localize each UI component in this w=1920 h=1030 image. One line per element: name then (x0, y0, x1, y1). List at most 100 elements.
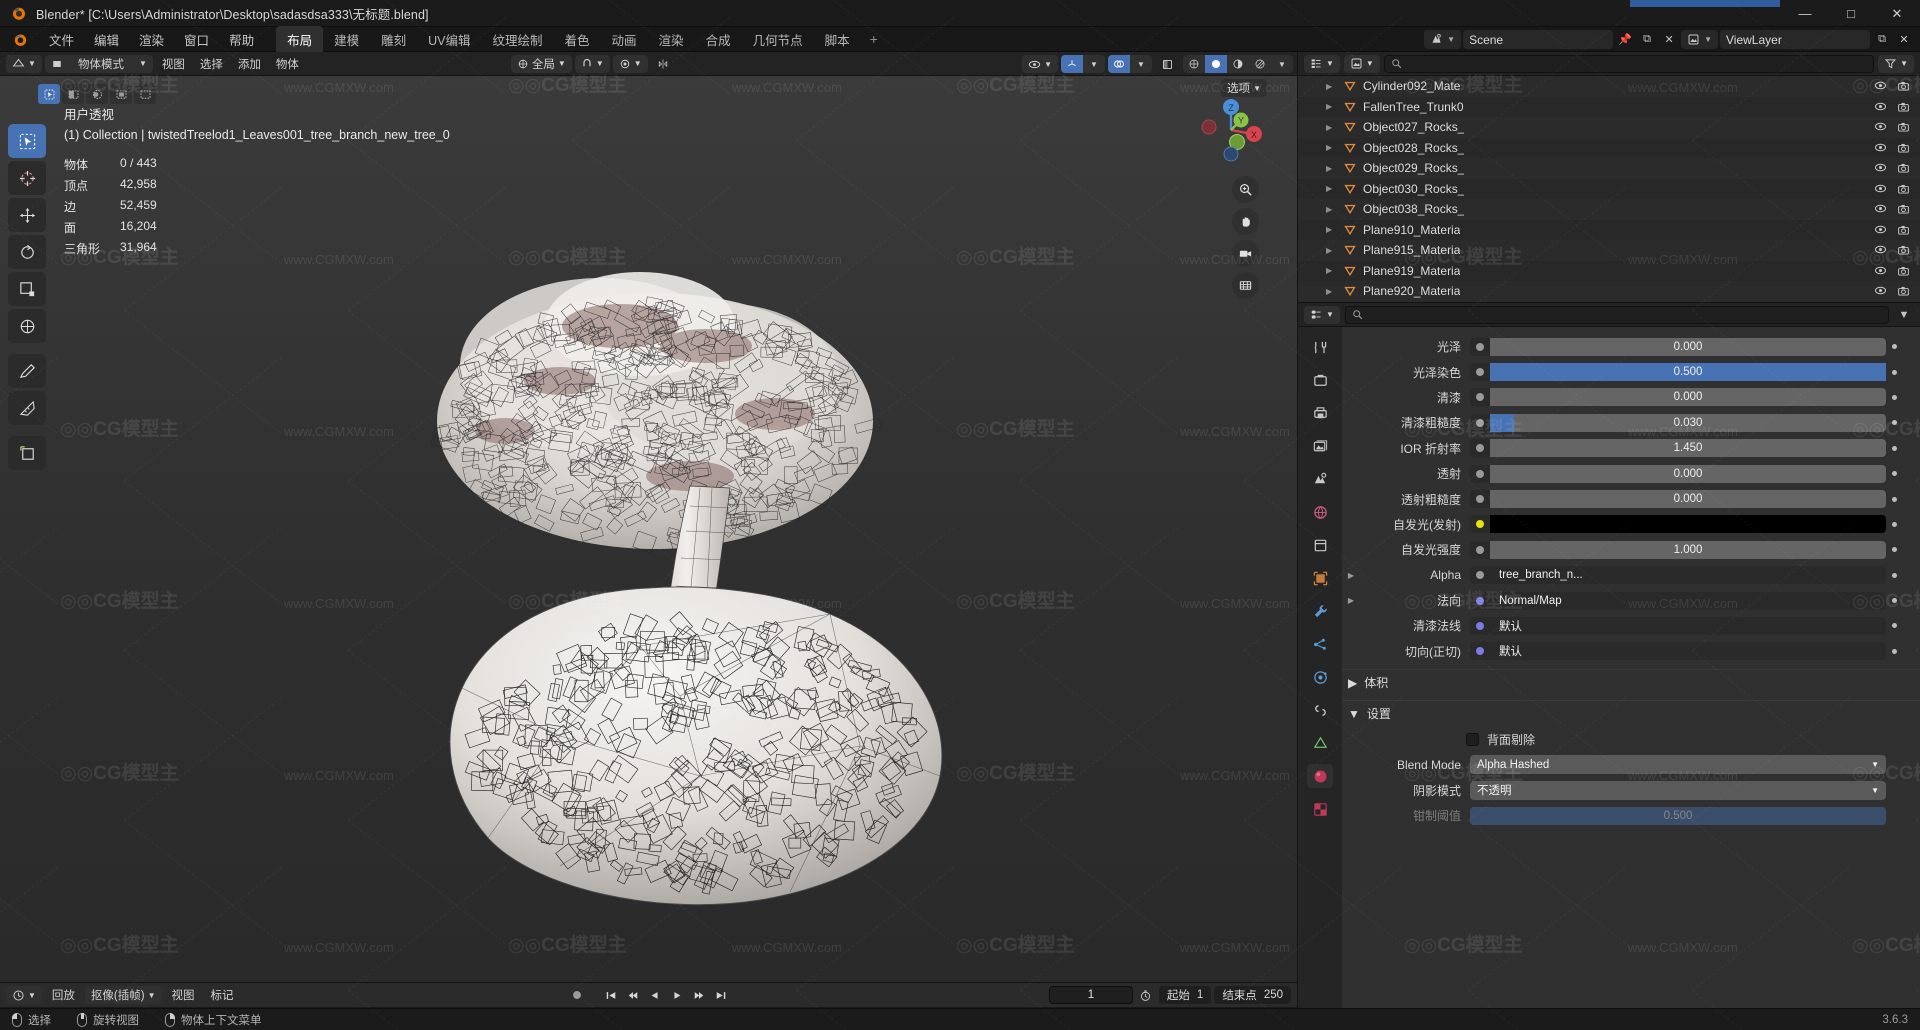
tab-view-layer[interactable] (1307, 434, 1333, 458)
animate-property-icon[interactable] (1886, 572, 1902, 578)
hide-in-viewport-icon[interactable] (1874, 162, 1887, 174)
disclosure-triangle-icon[interactable]: ▶ (1326, 225, 1337, 234)
viewlayer-browse-icon[interactable]: ▼ (1681, 30, 1718, 49)
disclosure-triangle-icon[interactable]: ▶ (1326, 246, 1337, 255)
slider-value[interactable]: 0.000 (1490, 388, 1886, 407)
close-button[interactable]: ✕ (1874, 0, 1920, 27)
timeline-menu-marker[interactable]: 标记 (205, 986, 240, 1004)
disclosure-triangle-icon[interactable]: ▶ (1326, 102, 1337, 111)
hide-in-viewport-icon[interactable] (1874, 121, 1887, 133)
property-expand-icon[interactable]: ▶ (1342, 571, 1360, 580)
disclosure-triangle-icon[interactable]: ▶ (1326, 143, 1337, 152)
slider-value[interactable]: 0.000 (1490, 490, 1886, 509)
outliner-row[interactable]: ▶ Object030_Rocks_ (1298, 179, 1920, 200)
tool-move[interactable] (8, 198, 46, 232)
disable-in-render-icon[interactable] (1897, 265, 1910, 277)
outliner-editor-type-selector[interactable]: ▼ (1304, 54, 1340, 73)
slider-value[interactable]: 0.000 (1490, 464, 1886, 483)
tool-scale[interactable] (8, 272, 46, 306)
outliner-row[interactable]: ▶ Object029_Rocks_ (1298, 158, 1920, 179)
show-gizmo-toggle[interactable] (1061, 55, 1083, 73)
keying-set-selector[interactable]: 抠像(插帧) ▼ (84, 986, 162, 1004)
minimize-button[interactable]: — (1782, 0, 1828, 27)
outliner-row[interactable]: ▶ Object028_Rocks_ (1298, 138, 1920, 159)
node-socket-icon[interactable] (1470, 540, 1490, 559)
menu-item-file[interactable]: 文件 (39, 27, 84, 52)
tab-modifiers[interactable] (1307, 599, 1333, 623)
animate-property-icon[interactable] (1886, 445, 1902, 451)
node-socket-icon[interactable] (1470, 591, 1490, 610)
menu-item-edit[interactable]: 编辑 (84, 27, 129, 52)
node-socket-icon[interactable] (1470, 363, 1490, 382)
rendered-shading-button[interactable] (1249, 55, 1271, 73)
linked-node-value[interactable]: Normal/Map (1490, 591, 1886, 610)
show-overlays-toggle[interactable] (1108, 55, 1130, 73)
use-preview-range-icon[interactable] (1136, 986, 1156, 1005)
outliner-row[interactable]: ▶ Object038_Rocks_ (1298, 199, 1920, 220)
tab-collection[interactable] (1307, 533, 1333, 557)
pin-scene-icon[interactable]: 📌 (1615, 30, 1635, 49)
linked-node-value[interactable]: 默认 (1490, 616, 1886, 635)
viewport-menu-object[interactable]: 物体 (270, 55, 305, 73)
wireframe-shading-button[interactable] (1183, 55, 1205, 73)
tab-object[interactable] (1307, 566, 1333, 590)
backface-culling-row[interactable]: 背面剔除 (1342, 726, 1920, 752)
tab-data[interactable] (1307, 731, 1333, 755)
disable-in-render-icon[interactable] (1897, 121, 1910, 133)
current-frame-field[interactable]: 1 (1048, 986, 1133, 1004)
add-workspace-button[interactable]: + (861, 29, 887, 49)
blender-menu-logo-icon[interactable] (12, 31, 29, 48)
workspace-tab-shading[interactable]: 着色 (554, 26, 601, 53)
material-preview-button[interactable] (1227, 55, 1249, 73)
animate-property-icon[interactable] (1886, 598, 1902, 604)
properties-search-input[interactable] (1344, 305, 1889, 324)
animate-property-icon[interactable] (1886, 496, 1902, 502)
pan-view-button[interactable] (1232, 208, 1259, 235)
auto-keying-button[interactable] (567, 986, 587, 1004)
tool-select-box[interactable] (8, 124, 46, 158)
disable-in-render-icon[interactable] (1897, 203, 1910, 215)
outliner-filter-button[interactable]: ▼ (1878, 54, 1914, 73)
animate-property-icon[interactable] (1886, 547, 1902, 553)
workspace-tab-uv-editing[interactable]: UV编辑 (417, 26, 481, 53)
animate-property-icon[interactable] (1886, 394, 1902, 400)
slider-value[interactable]: 0.030 (1490, 413, 1886, 432)
outliner-row[interactable]: ▶ Plane919_Materia (1298, 261, 1920, 282)
mirror-options[interactable] (651, 55, 675, 73)
animate-property-icon[interactable] (1886, 648, 1902, 654)
outliner-row[interactable]: ▶ Object027_Rocks_ (1298, 117, 1920, 138)
tab-texture[interactable] (1307, 797, 1333, 821)
property-expand-icon[interactable]: ▶ (1342, 596, 1360, 605)
node-socket-icon[interactable] (1470, 413, 1490, 432)
jump-to-start-button[interactable] (601, 986, 621, 1004)
animate-property-icon[interactable] (1886, 344, 1902, 350)
node-socket-icon[interactable] (1470, 464, 1490, 483)
node-socket-icon[interactable] (1470, 642, 1490, 661)
slider-value[interactable]: 1.450 (1490, 439, 1886, 458)
disclosure-triangle-icon[interactable]: ▶ (1326, 205, 1337, 214)
tab-world[interactable] (1307, 500, 1333, 524)
viewport-menu-view[interactable]: 视图 (156, 55, 191, 73)
node-socket-icon[interactable] (1470, 515, 1490, 534)
proportional-edit-toggle[interactable]: ▼ (612, 54, 648, 73)
outliner-tree[interactable]: ▶ Cylinder092_Mate ▶ FallenTree_Trunk0 ▶ Obje… (1298, 76, 1920, 302)
shadow-mode-select[interactable]: 不透明 ▼ (1470, 780, 1886, 800)
outliner-search-input[interactable] (1383, 54, 1875, 73)
prev-keyframe-button[interactable] (623, 986, 643, 1004)
start-frame-field[interactable]: 起始 1 (1158, 986, 1212, 1004)
animate-property-icon[interactable] (1886, 369, 1902, 375)
disable-in-render-icon[interactable] (1897, 244, 1910, 256)
disclosure-triangle-icon[interactable]: ▶ (1326, 123, 1337, 132)
new-viewlayer-icon[interactable]: ⧉ (1872, 30, 1892, 49)
tool-measure[interactable] (8, 391, 46, 425)
menu-item-render[interactable]: 渲染 (129, 27, 174, 52)
workspace-tab-modeling[interactable]: 建模 (323, 26, 370, 53)
slider-value[interactable]: 0.500 (1490, 363, 1886, 382)
viewport-menu-select[interactable]: 选择 (194, 55, 229, 73)
disable-in-render-icon[interactable] (1897, 80, 1910, 92)
jump-to-end-button[interactable] (711, 986, 731, 1004)
disable-in-render-icon[interactable] (1897, 142, 1910, 154)
animate-property-icon[interactable] (1886, 420, 1902, 426)
hide-in-viewport-icon[interactable] (1874, 101, 1887, 113)
tab-tool[interactable] (1307, 335, 1333, 359)
